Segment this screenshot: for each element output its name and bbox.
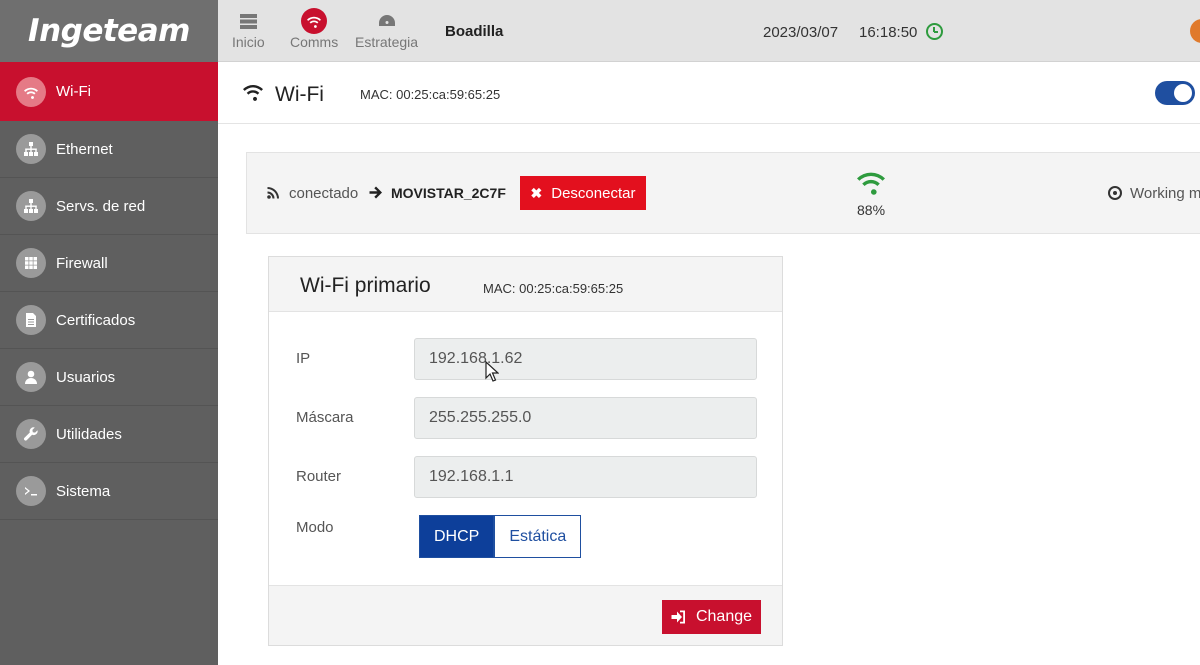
ip-input[interactable] [414,338,757,380]
mode-static-button[interactable]: Estática [494,515,582,558]
nav-label: Inicio [232,34,265,50]
sidebar-item-label: Firewall [56,254,108,272]
sidebar-item-utilities[interactable]: Utilidades [0,406,218,463]
mac-address: MAC: 00:25:ca:59:65:25 [360,87,501,102]
grid-icon [16,248,46,278]
radio-dot-icon [1108,186,1122,200]
nav-comms-icon-wrap [301,8,328,34]
card-header: Wi-Fi primario MAC: 00:25:ca:59:65:25 [269,257,782,312]
wifi-enable-toggle[interactable] [1155,81,1195,105]
sidebar-item-label: Ethernet [56,140,113,158]
nav-inicio[interactable]: Inicio [232,8,265,50]
signal-strength-icon [854,167,888,200]
dashboard-icon [378,8,396,34]
nav-estrategia[interactable]: Estrategia [355,8,418,50]
sidebar-item-label: Wi-Fi [56,83,91,100]
change-label: Change [695,608,753,625]
ip-label: IP [296,350,311,367]
time-display: 16:18:50 [859,24,918,41]
mode-label: Modo [296,519,334,536]
wrench-icon [16,419,46,449]
ssid-label: MOVISTAR_2C7F [391,185,506,201]
sidebar-item-label: Usuarios [56,368,116,386]
working-mode-label: Working m [1130,185,1200,202]
sidebar-item-label: Certificados [56,311,136,329]
top-bar: Inicio Comms Estrategia Boadilla 2023/03… [218,0,1200,62]
sidebar-item-system[interactable]: Sistema [0,463,218,520]
page-title: Wi-Fi [275,83,324,106]
close-icon: ✖ [530,184,543,201]
sidebar-item-certificates[interactable]: Certificados [0,292,218,349]
nav-label: Estrategia [355,34,419,50]
disconnect-button[interactable]: ✖ Desconectar [520,176,646,210]
wifi-icon [16,76,46,107]
ingeteam-logo: Ingeteam [28,13,190,49]
user-icon [16,362,46,392]
mask-label: Máscara [296,409,354,426]
logo-area: Ingeteam [0,0,218,62]
sidebar-item-label: Servs. de red [56,197,146,215]
arrow-right-icon [369,186,383,204]
wifi-primary-card: Wi-Fi primario MAC: 00:25:ca:59:65:25 IP… [268,256,783,646]
site-name: Boadilla [445,23,504,40]
clock-icon [926,23,943,40]
network-services-icon [16,191,46,221]
sidebar-item-users[interactable]: Usuarios [0,349,218,406]
mode-toggle-group: DHCP Estática [419,515,582,558]
sidebar-item-ethernet[interactable]: Ethernet [0,121,218,178]
sidebar-item-network-services[interactable]: Servs. de red [0,178,218,235]
section-header: Wi-Fi MAC: 00:25:ca:59:65:25 [218,63,1200,124]
router-input[interactable] [414,456,757,498]
card-footer: Change [269,585,782,645]
network-icon [16,134,46,164]
nav-comms[interactable]: Comms [290,8,338,50]
mode-dhcp-button[interactable]: DHCP [419,515,495,558]
user-avatar[interactable] [1190,19,1200,43]
sign-in-icon [671,610,685,624]
mouse-cursor-icon [485,360,500,387]
server-icon [239,8,257,34]
rss-icon [267,186,280,204]
sidebar-item-label: Sistema [56,482,111,500]
card-mac-address: MAC: 00:25:ca:59:65:25 [483,281,624,296]
document-icon [16,305,46,335]
date-display: 2023/03/07 [763,24,839,41]
router-label: Router [296,468,342,485]
sidebar-item-label: Utilidades [56,425,122,443]
wifi-icon [241,81,265,106]
sidebar-item-wifi[interactable]: Wi-Fi [0,62,218,121]
disconnect-label: Desconectar [551,184,636,202]
signal-percentage: 88% [857,202,886,218]
connection-state: conectado [289,185,359,202]
sidebar-item-firewall[interactable]: Firewall [0,235,218,292]
connection-status-panel: conectado MOVISTAR_2C7F ✖ Desconectar 88… [246,152,1200,234]
change-button[interactable]: Change [662,600,761,634]
terminal-icon [16,476,46,506]
nav-label: Comms [290,34,339,50]
card-title: Wi-Fi primario [300,274,431,297]
mask-input[interactable] [414,397,757,439]
sidebar: Wi-Fi Ethernet Servs. de red Firewall Ce… [0,62,218,665]
wifi-icon [301,8,328,34]
